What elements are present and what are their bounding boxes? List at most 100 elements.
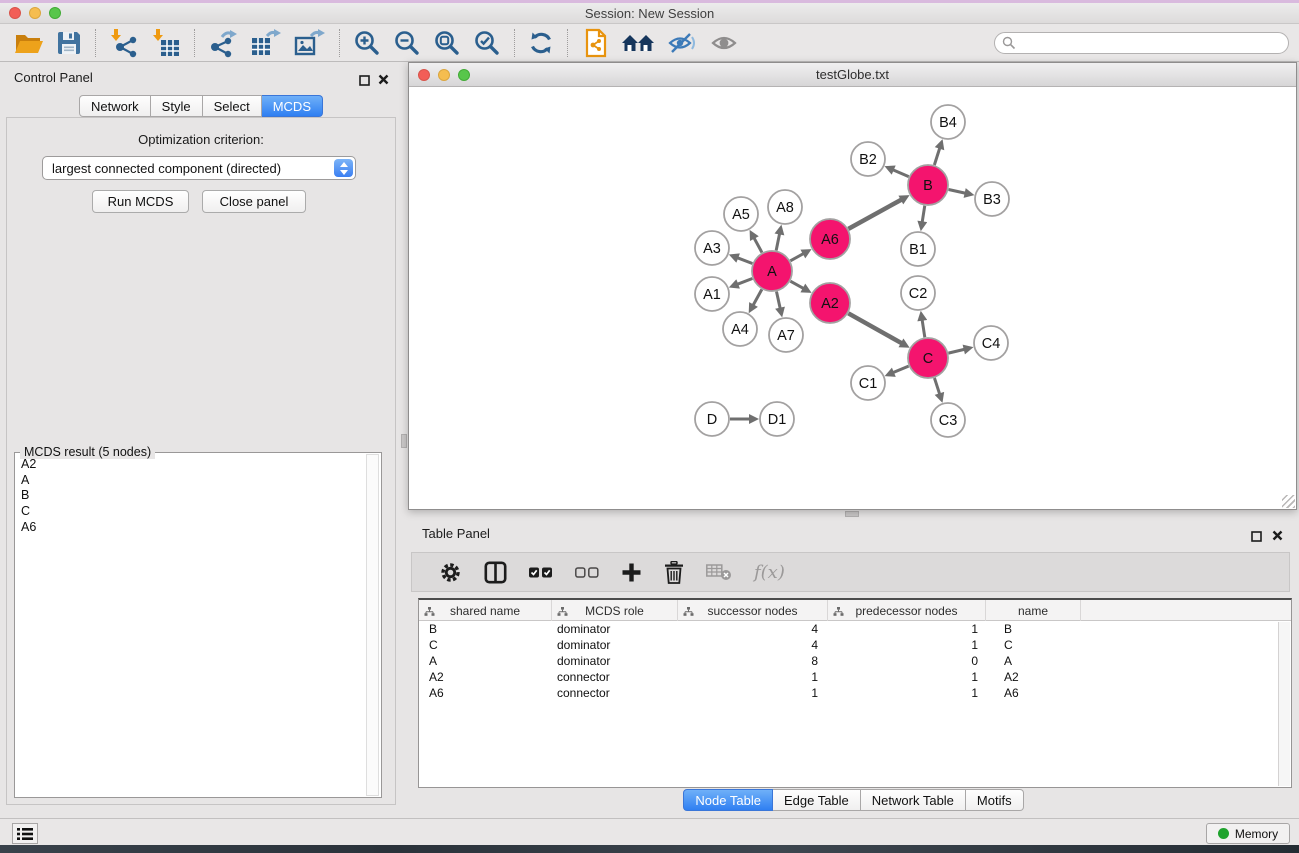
close-panel-button[interactable]: Close panel bbox=[202, 190, 306, 213]
deselect-all-icon[interactable] bbox=[564, 554, 610, 590]
column-header-shared-name[interactable]: shared name bbox=[419, 600, 552, 621]
table-row[interactable]: A2connector11A2 bbox=[419, 669, 1291, 685]
table-cell[interactable]: 4 bbox=[678, 637, 828, 653]
column-header-successor-nodes[interactable]: successor nodes bbox=[678, 600, 828, 621]
zoom-in-icon[interactable] bbox=[347, 26, 387, 60]
table-cell[interactable]: connector bbox=[552, 685, 678, 701]
table-cell[interactable]: A2 bbox=[986, 669, 1081, 685]
import-network-icon[interactable] bbox=[103, 26, 145, 60]
edge-A-A6[interactable] bbox=[790, 253, 803, 260]
table-cell[interactable]: 1 bbox=[828, 637, 986, 653]
edge-A-A7[interactable] bbox=[776, 292, 780, 309]
edge-B-B3[interactable] bbox=[949, 189, 966, 193]
vertical-splitter-grip[interactable] bbox=[401, 434, 407, 448]
export-image-icon[interactable] bbox=[288, 26, 332, 60]
table-cell[interactable]: 8 bbox=[678, 653, 828, 669]
memory-button[interactable]: Memory bbox=[1206, 823, 1290, 844]
table-options-icon[interactable] bbox=[428, 554, 473, 590]
edge-A-A5[interactable] bbox=[754, 238, 762, 253]
tab-node-table[interactable]: Node Table bbox=[683, 789, 773, 811]
table-cell[interactable]: dominator bbox=[552, 621, 678, 637]
table-cell[interactable]: dominator bbox=[552, 637, 678, 653]
table-cell[interactable]: C bbox=[986, 637, 1081, 653]
table-cell[interactable]: B bbox=[986, 621, 1081, 637]
close-table-panel-icon[interactable] bbox=[1272, 528, 1283, 546]
float-panel-icon[interactable] bbox=[359, 73, 370, 91]
edge-A-A2[interactable] bbox=[790, 281, 803, 288]
table-cell[interactable]: 1 bbox=[828, 621, 986, 637]
window-resize-grip[interactable] bbox=[1282, 495, 1295, 508]
edge-A-A8[interactable] bbox=[776, 233, 779, 250]
result-list-scrollbar[interactable] bbox=[366, 454, 379, 796]
tab-select[interactable]: Select bbox=[203, 95, 262, 117]
edge-A-A3[interactable] bbox=[737, 258, 752, 264]
table-cell[interactable]: connector bbox=[552, 669, 678, 685]
tab-network-table[interactable]: Network Table bbox=[861, 789, 966, 811]
edge-B-B2[interactable] bbox=[893, 170, 909, 177]
refresh-icon[interactable] bbox=[522, 26, 560, 60]
table-cell[interactable]: A6 bbox=[986, 685, 1081, 701]
table-cell[interactable]: B bbox=[419, 621, 552, 637]
optimization-criterion-select[interactable]: largest connected component (directed) bbox=[42, 156, 356, 180]
zoom-out-icon[interactable] bbox=[387, 26, 427, 60]
edge-A-A4[interactable] bbox=[753, 289, 762, 305]
delete-table-icon[interactable] bbox=[695, 554, 743, 590]
column-header-MCDS-role[interactable]: MCDS role bbox=[552, 600, 678, 621]
export-table-icon[interactable] bbox=[244, 26, 288, 60]
table-cell[interactable]: 1 bbox=[828, 669, 986, 685]
edge-B-B1[interactable] bbox=[922, 206, 925, 223]
first-neighbors-icon[interactable] bbox=[615, 26, 661, 60]
edge-B-B4[interactable] bbox=[934, 148, 939, 165]
result-item[interactable]: A bbox=[16, 473, 365, 489]
table-cell[interactable]: C bbox=[419, 637, 552, 653]
edge-C-C2[interactable] bbox=[922, 320, 925, 338]
tab-motifs[interactable]: Motifs bbox=[966, 789, 1024, 811]
run-mcds-button[interactable]: Run MCDS bbox=[92, 190, 189, 213]
table-cell[interactable]: A6 bbox=[419, 685, 552, 701]
zoom-selected-icon[interactable] bbox=[467, 26, 507, 60]
table-cell[interactable]: 1 bbox=[828, 685, 986, 701]
tab-network[interactable]: Network bbox=[79, 95, 151, 117]
table-cell[interactable]: 0 bbox=[828, 653, 986, 669]
result-item[interactable]: B bbox=[16, 488, 365, 504]
zoom-fit-icon[interactable] bbox=[427, 26, 467, 60]
network-canvas[interactable]: B4B2BB3A8A5A6A3B1AC2A1A2A4A7C4CC1C3DD1 bbox=[409, 88, 1296, 509]
table-row[interactable]: A6connector11A6 bbox=[419, 685, 1291, 701]
hide-selected-icon[interactable] bbox=[661, 26, 703, 60]
table-cell[interactable]: 1 bbox=[678, 685, 828, 701]
network-window-titlebar[interactable]: testGlobe.txt bbox=[409, 63, 1296, 87]
tab-style[interactable]: Style bbox=[151, 95, 203, 117]
edge-A-A1[interactable] bbox=[737, 279, 752, 285]
table-row[interactable]: Bdominator41B bbox=[419, 621, 1291, 637]
column-header-name[interactable]: name bbox=[986, 600, 1081, 621]
tab-edge-table[interactable]: Edge Table bbox=[773, 789, 861, 811]
delete-column-icon[interactable] bbox=[653, 554, 695, 590]
column-header-predecessor-nodes[interactable]: predecessor nodes bbox=[828, 600, 986, 621]
new-session-from-network-icon[interactable] bbox=[575, 26, 615, 60]
search-input[interactable] bbox=[994, 32, 1289, 54]
function-builder-icon[interactable]: f(x) bbox=[743, 554, 796, 590]
edge-A2-C[interactable] bbox=[848, 313, 902, 343]
float-table-panel-icon[interactable] bbox=[1251, 529, 1262, 547]
export-network-icon[interactable] bbox=[202, 26, 244, 60]
save-session-icon[interactable] bbox=[50, 26, 88, 60]
add-column-icon[interactable] bbox=[610, 554, 653, 590]
edge-A6-B[interactable] bbox=[848, 199, 901, 228]
table-row[interactable]: Cdominator41C bbox=[419, 637, 1291, 653]
result-item[interactable]: C bbox=[16, 504, 365, 520]
task-history-button[interactable] bbox=[12, 823, 38, 844]
table-cell[interactable]: A bbox=[986, 653, 1081, 669]
edge-C-C4[interactable] bbox=[948, 349, 964, 353]
edge-C-C1[interactable] bbox=[893, 366, 909, 373]
table-cell[interactable]: 1 bbox=[678, 669, 828, 685]
import-table-icon[interactable] bbox=[145, 26, 187, 60]
table-cell[interactable]: A bbox=[419, 653, 552, 669]
table-scrollbar[interactable] bbox=[1278, 622, 1290, 786]
show-all-icon[interactable] bbox=[703, 26, 745, 60]
table-cell[interactable]: dominator bbox=[552, 653, 678, 669]
split-panel-icon[interactable] bbox=[473, 554, 518, 590]
result-item[interactable]: A6 bbox=[16, 520, 365, 536]
table-cell[interactable]: 4 bbox=[678, 621, 828, 637]
select-all-icon[interactable] bbox=[518, 554, 564, 590]
open-session-icon[interactable] bbox=[8, 26, 50, 60]
